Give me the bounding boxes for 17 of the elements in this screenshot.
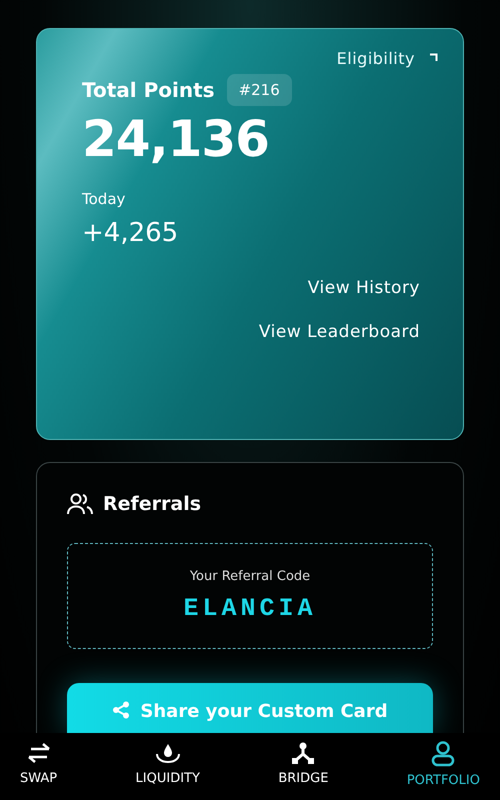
users-icon xyxy=(67,493,93,515)
today-value: +4,265 xyxy=(82,218,180,248)
referrals-title: Referrals xyxy=(103,493,202,515)
eligibility-link[interactable]: Eligibility xyxy=(336,49,415,68)
card-link[interactable]: View History xyxy=(308,278,420,298)
rank-badge: #216 xyxy=(226,74,292,106)
referral-code: ELANCIA xyxy=(183,594,317,623)
today-label: Today xyxy=(82,190,126,208)
nav-tab[interactable]: SWAP xyxy=(20,733,58,800)
referral-code-label: Your Referral Code xyxy=(190,569,310,584)
nav-tab[interactable]: LIQUIDITY xyxy=(136,733,200,800)
nav-tab[interactable]: BRIDGE xyxy=(278,733,328,800)
nav-tab[interactable]: PORTFOLIO xyxy=(406,733,480,800)
total-points-value: 24,136 xyxy=(82,110,270,168)
card-link[interactable]: View Leaderboard xyxy=(258,322,420,342)
share-icon xyxy=(112,701,130,719)
total-points-title: Total Points xyxy=(82,78,215,102)
